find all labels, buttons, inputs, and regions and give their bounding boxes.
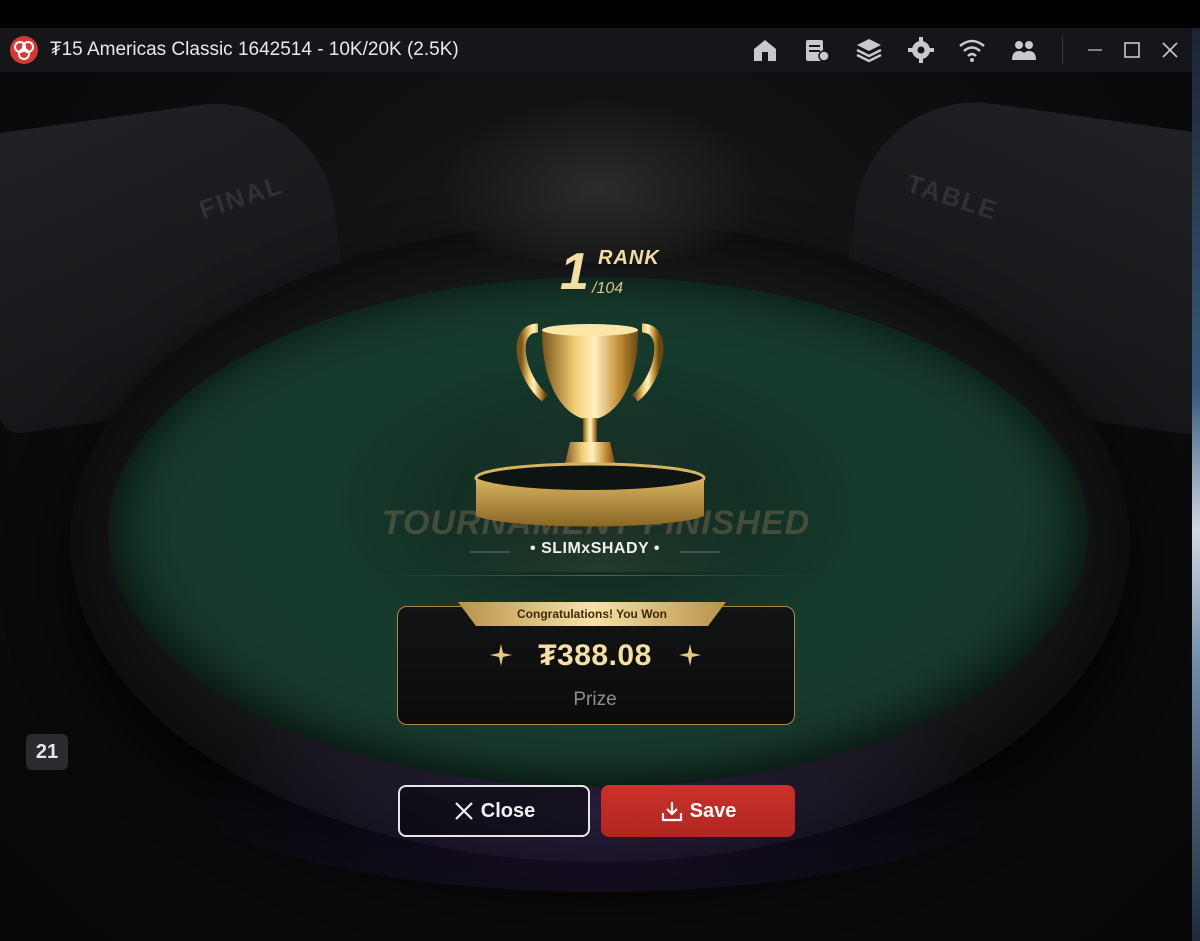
window-title: ₮15 Americas Classic 1642514 - 10K/20K (… xyxy=(50,39,459,60)
title-bar: ₮15 Americas Classic 1642514 - 10K/20K (… xyxy=(0,28,1192,72)
screen-top-strip xyxy=(0,0,1200,28)
maximize-icon[interactable] xyxy=(1120,38,1144,62)
divider-line xyxy=(372,575,822,576)
desktop-edge xyxy=(1192,28,1200,941)
lobby-icon[interactable] xyxy=(803,37,831,63)
close-button-label: Close xyxy=(480,799,536,822)
poker-table-scene: FINAL TABLE 1 RANK /104 TOURNAMENT FINIS… xyxy=(0,72,1192,941)
name-bullet-left: • xyxy=(530,540,537,557)
close-button[interactable]: Close xyxy=(398,785,590,837)
game-window: ₮15 Americas Classic 1642514 - 10K/20K (… xyxy=(0,28,1192,941)
home-icon[interactable] xyxy=(751,37,779,63)
player-name-text: SLIMxSHADY xyxy=(541,540,649,557)
titlebar-separator xyxy=(1062,36,1063,64)
settings-icon[interactable] xyxy=(907,37,935,63)
prize-amount: ₮388.08 xyxy=(538,639,652,672)
close-x-icon xyxy=(454,802,473,820)
app-logo-icon xyxy=(10,36,38,64)
player-name: • SLIMxSHADY • xyxy=(470,540,720,558)
layers-icon[interactable] xyxy=(855,37,883,63)
rank-total: /104 xyxy=(592,280,624,297)
sparkle-right-icon xyxy=(679,644,701,666)
congratulations-banner-text: Congratulations! You Won xyxy=(517,607,667,621)
save-button[interactable]: Save xyxy=(601,785,795,837)
minimize-icon[interactable] xyxy=(1083,38,1107,62)
rank-label: RANK xyxy=(598,247,660,269)
prize-label: Prize xyxy=(573,689,617,710)
name-bullet-right: • xyxy=(653,540,660,557)
wifi-icon xyxy=(959,39,985,62)
players-icon[interactable] xyxy=(1010,37,1038,63)
side-counter-badge: 21 xyxy=(26,734,68,770)
save-button-label: Save xyxy=(689,799,737,822)
trophy-icon xyxy=(474,323,706,527)
prize-row: ₮388.08 xyxy=(397,634,793,678)
rank-number: 1 xyxy=(560,243,589,301)
chip-pile xyxy=(440,102,760,262)
download-icon xyxy=(661,802,682,822)
close-icon[interactable] xyxy=(1158,38,1182,62)
